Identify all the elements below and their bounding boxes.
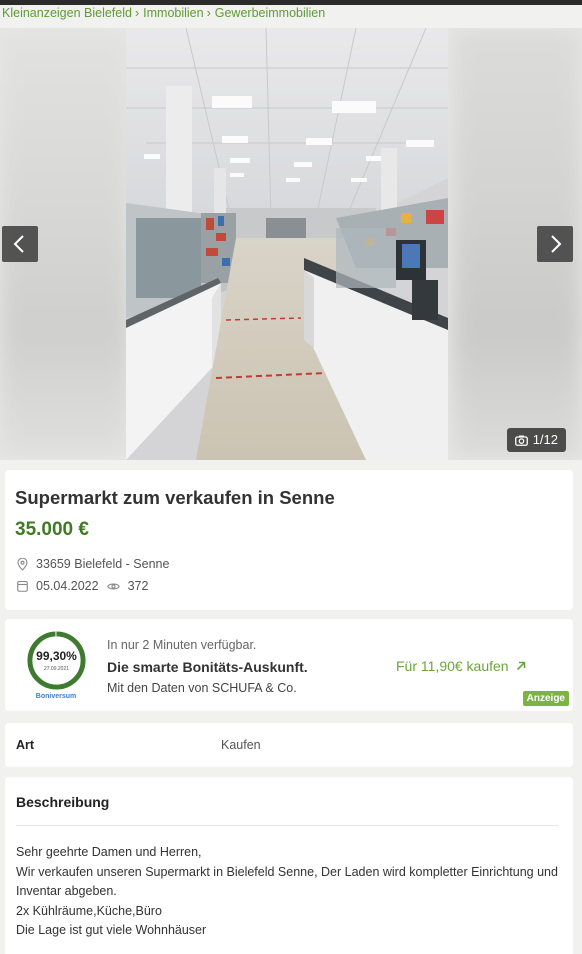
image-counter-text: 1/12: [532, 432, 558, 447]
breadcrumb-separator: ›: [206, 6, 211, 20]
breadcrumb-item-subcategory[interactable]: Gewerbeimmobilien: [215, 6, 325, 20]
location-pin-icon: [17, 557, 28, 571]
ad-badge: Anzeige: [522, 691, 569, 706]
chevron-left-icon: [13, 235, 24, 253]
score-value: 99,30%: [36, 649, 77, 663]
description-line: Die Lage ist gut viele Wohnhäuser: [16, 923, 207, 937]
breadcrumb-separator: ›: [134, 6, 140, 20]
listing-location: 33659 Bielefeld - Senne: [17, 557, 169, 571]
advertisement-card[interactable]: 99,30% 27.09.2021 Boniversum In nur 2 Mi…: [5, 619, 573, 711]
description-card: Beschreibung Sehr geehrte Damen und Herr…: [5, 777, 573, 954]
details-card: Art Kaufen: [5, 723, 573, 767]
arrow-up-right-icon: [516, 661, 525, 671]
breadcrumb-item-city[interactable]: Kleinanzeigen Bielefeld: [2, 6, 132, 20]
gallery-prev-button[interactable]: [2, 226, 38, 262]
eye-icon: [106, 583, 120, 589]
calendar-icon: [17, 580, 28, 592]
listing-stats: 05.04.2022 372: [17, 579, 148, 593]
views-count: 372: [127, 579, 149, 593]
description-line: 2x Kühlräume,Küche,Büro: [16, 903, 162, 918]
description-text: Sehr geehrte Damen und Herren, Wir verka…: [16, 843, 568, 941]
breadcrumb: Kleinanzeigen Bielefeld › Immobilien › Gewer…: [2, 6, 325, 20]
chevron-right-icon: [551, 235, 562, 253]
detail-label-art: Art: [16, 738, 35, 752]
location-text: 33659 Bielefeld - Senne: [36, 557, 170, 571]
image-gallery[interactable]: 1/12: [0, 28, 582, 460]
description-line: Sehr geehrte Damen und Herren,: [16, 845, 202, 859]
image-counter[interactable]: 1/12: [506, 428, 566, 452]
top-bar: [0, 0, 582, 5]
boniversum-logo: Boniversum: [35, 693, 77, 700]
listing-price: 35.000 €: [15, 519, 89, 540]
ad-subline: In nur 2 Minuten verfügbar.: [107, 638, 257, 652]
listing-title: Supermarkt zum verkaufen in Senne: [15, 487, 335, 508]
description-divider: [16, 825, 558, 826]
gallery-next-button[interactable]: [537, 226, 573, 262]
listing-header-card: Supermarkt zum verkaufen in Senne 35.000…: [5, 470, 573, 610]
ad-headline: Die smarte Bonitäts-Auskunft.: [107, 659, 308, 675]
listing-photo[interactable]: [126, 28, 448, 460]
description-line: Wir verkaufen unseren Supermarkt in Biel…: [16, 864, 558, 899]
ad-source-text: Mit den Daten von SCHUFA & Co.: [107, 681, 297, 695]
camera-icon: [514, 435, 528, 446]
description-heading: Beschreibung: [16, 794, 110, 810]
ad-buy-link[interactable]: Für 11,90€ kaufen: [396, 658, 526, 674]
score-date: 27.09.2021: [43, 666, 70, 672]
breadcrumb-item-category[interactable]: Immobilien: [143, 6, 203, 20]
date-text: 05.04.2022: [36, 579, 99, 593]
supermarket-photo: [126, 28, 448, 460]
detail-value-art: Kaufen: [221, 738, 261, 752]
ad-buy-label: Für 11,90€ kaufen: [396, 658, 509, 674]
